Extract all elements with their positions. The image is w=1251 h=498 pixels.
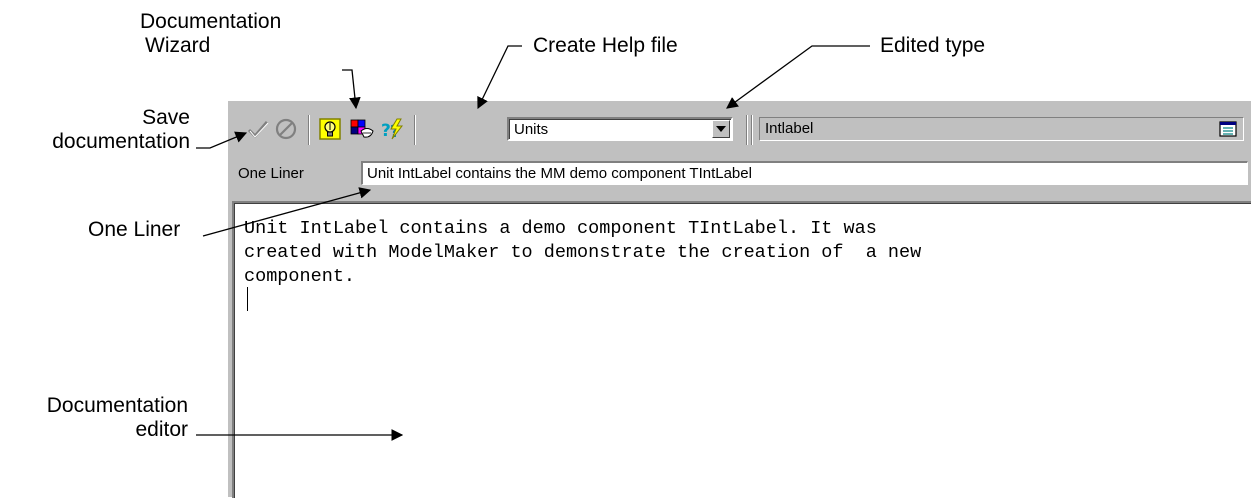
arrow-edited-type [726,45,870,109]
arrow-documentation-wizard [342,69,361,110]
arrow-save-documentation [196,131,248,149]
arrow-one-liner [202,187,372,237]
callout-arrows [196,45,870,441]
arrow-create-help-file [477,45,522,110]
